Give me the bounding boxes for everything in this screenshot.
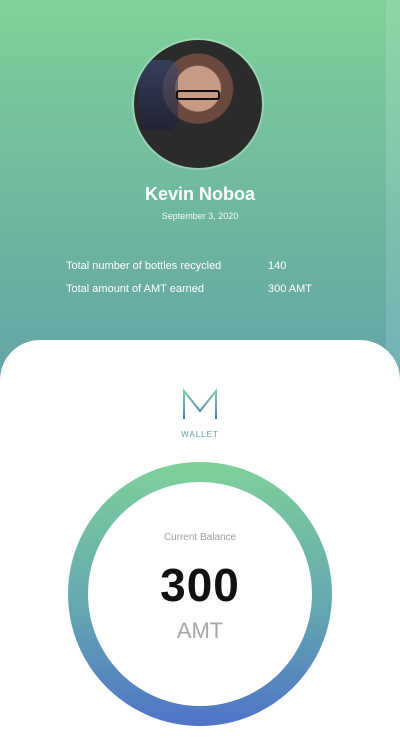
- wallet-logo-text: WALLET: [181, 430, 219, 439]
- balance-amount: 300: [160, 559, 240, 611]
- wallet-logo-icon: [180, 388, 220, 419]
- balance-unit: AMT: [176, 618, 224, 643]
- balance-label: Current Balance: [163, 532, 237, 543]
- stat-label: Total amount of AMT earned: [66, 283, 204, 295]
- avatar-glasses: [176, 90, 220, 100]
- profile-date: September 3, 2020: [161, 211, 239, 221]
- avatar[interactable]: [134, 40, 262, 168]
- profile-screen: Kevin Noboa September 3, 2020 Total numb…: [0, 0, 400, 739]
- profile-name: Kevin Noboa: [144, 184, 255, 204]
- avatar-background: [138, 60, 178, 130]
- stat-label: Total number of bottles recycled: [66, 260, 222, 272]
- stat-value: 300 AMT: [268, 283, 313, 295]
- stat-value: 140: [268, 260, 287, 272]
